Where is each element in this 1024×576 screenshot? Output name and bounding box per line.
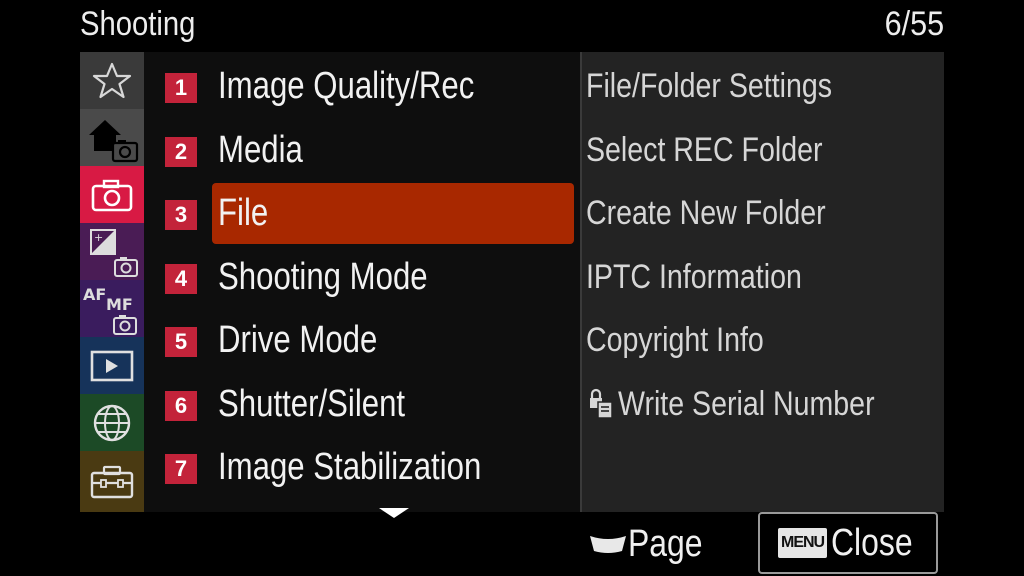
globe-icon — [93, 404, 131, 441]
submenu-label: File/Folder Settings — [586, 66, 833, 105]
lock-doc-icon — [590, 388, 613, 419]
category-shooting-mode[interactable]: 4 Shooting Mode — [144, 245, 580, 309]
control-wheel-icon — [590, 536, 626, 553]
submenu-label: Copyright Info — [586, 320, 764, 359]
category-label: File — [218, 192, 269, 234]
menu-tab-sidebar: + AF MF — [80, 52, 144, 512]
tab-main[interactable] — [80, 109, 144, 166]
submenu-label: Select REC Folder — [586, 130, 823, 169]
exposure-camera-icon: + — [90, 228, 138, 277]
scroll-down-arrow-icon[interactable] — [379, 508, 409, 518]
category-drive-mode[interactable]: 5 Drive Mode — [144, 308, 580, 372]
camera-icon — [91, 179, 133, 211]
tab-playback[interactable] — [80, 337, 144, 394]
submenu-item-file-folder-settings[interactable]: File/Folder Settings — [586, 54, 942, 118]
category-number: 3 — [165, 200, 197, 230]
home-camera-icon — [89, 119, 139, 162]
category-label: Shutter/Silent — [218, 383, 406, 425]
category-label: Shooting Mode — [218, 256, 428, 298]
page-hint[interactable]: Page — [588, 520, 717, 568]
tab-shooting[interactable] — [80, 166, 144, 223]
category-label: Media — [218, 129, 303, 171]
tab-my-menu[interactable] — [80, 52, 144, 109]
menu-title: Shooting — [80, 5, 196, 43]
submenu-list: File/Folder Settings Select REC Folder C… — [580, 52, 944, 512]
category-number: 1 — [165, 73, 197, 103]
close-button[interactable]: MENU Close — [758, 512, 938, 574]
category-image-quality-rec[interactable]: 1 Image Quality/Rec — [144, 54, 580, 118]
category-number: 2 — [165, 137, 197, 167]
tab-network[interactable] — [80, 394, 144, 451]
af-mf-icon: AF MF — [83, 285, 137, 335]
toolbox-icon — [90, 465, 134, 498]
star-icon — [92, 62, 132, 98]
submenu-item-iptc-information[interactable]: IPTC Information — [586, 245, 942, 309]
play-icon — [90, 350, 134, 381]
submenu-label: Create New Folder — [586, 193, 826, 232]
category-number: 6 — [165, 391, 197, 421]
tab-exposure-color[interactable]: + — [80, 223, 144, 280]
submenu-item-create-new-folder[interactable]: Create New Folder — [586, 181, 942, 245]
category-media[interactable]: 2 Media — [144, 118, 580, 182]
category-file[interactable]: 3 File — [144, 181, 580, 245]
category-number: 5 — [165, 327, 197, 357]
submenu-item-select-rec-folder[interactable]: Select REC Folder — [586, 118, 942, 182]
category-shutter-silent[interactable]: 6 Shutter/Silent — [144, 372, 580, 436]
category-list: 1 Image Quality/Rec 2 Media 3 File 4 Sho… — [144, 52, 580, 512]
svg-text:+: + — [94, 231, 103, 244]
page-label: Page — [628, 522, 703, 565]
submenu-item-write-serial-number[interactable]: Write Serial Number — [586, 372, 942, 436]
category-label: Image Stabilization — [218, 446, 482, 488]
page-counter: 6/55 — [884, 5, 944, 43]
category-image-stabilization[interactable]: 7 Image Stabilization — [144, 435, 580, 499]
mf-label: MF — [106, 295, 133, 314]
tab-setup[interactable] — [80, 451, 144, 512]
submenu-item-copyright-info[interactable]: Copyright Info — [586, 308, 942, 372]
close-label: Close — [831, 521, 913, 564]
submenu-label: Write Serial Number — [618, 384, 875, 423]
category-number: 7 — [165, 454, 197, 484]
tab-focus[interactable]: AF MF — [80, 280, 144, 337]
af-label: AF — [83, 285, 106, 304]
category-label: Image Quality/Rec — [218, 65, 475, 107]
category-label: Drive Mode — [218, 319, 378, 361]
menu-key-icon: MENU — [778, 528, 828, 558]
submenu-label: IPTC Information — [586, 257, 802, 296]
category-number: 4 — [165, 264, 197, 294]
